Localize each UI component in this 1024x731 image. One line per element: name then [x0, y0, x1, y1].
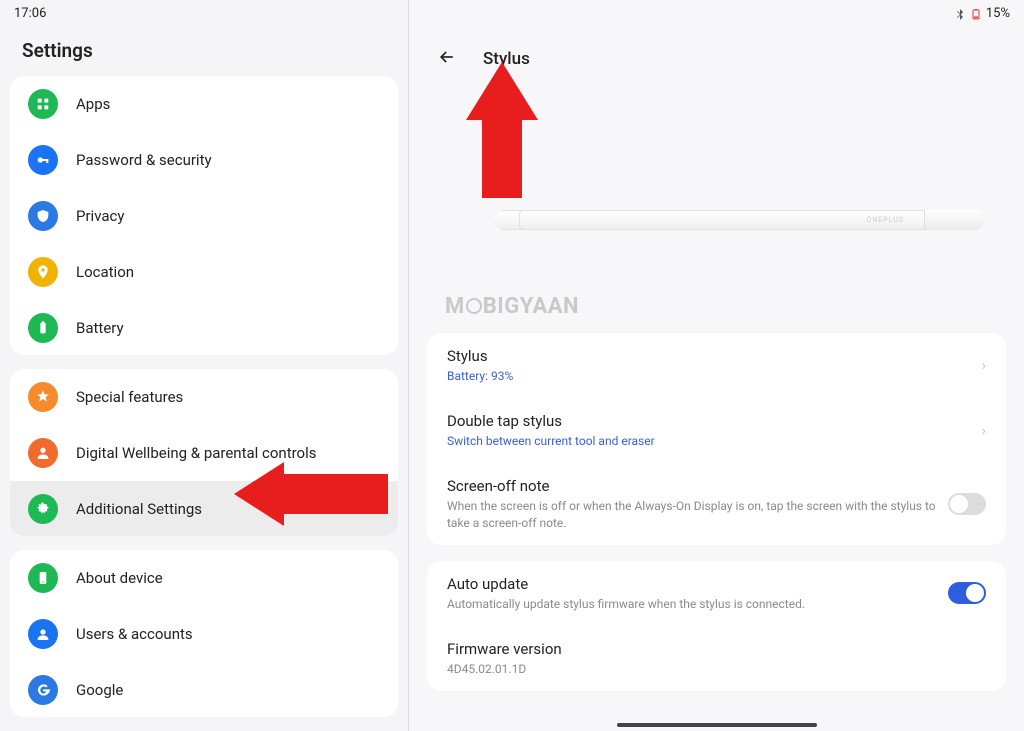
- sidebar-item-privacy[interactable]: Privacy: [10, 188, 398, 244]
- firmware-card: Auto update Automatically update stylus …: [427, 561, 1006, 691]
- privacy-icon: [28, 201, 58, 231]
- sidebar-item-label: About device: [76, 569, 163, 587]
- row-subtitle: Automatically update stylus firmware whe…: [447, 596, 936, 612]
- back-button[interactable]: [433, 43, 461, 74]
- toggle-screen-off-note[interactable]: [948, 493, 986, 515]
- navigation-bar-handle[interactable]: [617, 723, 817, 727]
- stylus-settings-card: Stylus Battery: 93% › Double tap stylus …: [427, 333, 1006, 545]
- row-auto-update[interactable]: Auto update Automatically update stylus …: [427, 561, 1006, 626]
- watermark-text: BIGYAAN: [483, 294, 579, 319]
- sidebar-item-password-security[interactable]: Password & security: [10, 132, 398, 188]
- sidebar-item-digital-wellbeing[interactable]: Digital Wellbeing & parental controls: [10, 425, 398, 481]
- chevron-right-icon: ›: [982, 358, 986, 374]
- row-stylus[interactable]: Stylus Battery: 93% ›: [427, 333, 1006, 398]
- settings-sidebar: 17:06 Settings Apps Password & security: [0, 0, 409, 731]
- google-icon: [28, 675, 58, 705]
- sidebar-item-label: Digital Wellbeing & parental controls: [76, 444, 317, 462]
- row-title: Double tap stylus: [447, 412, 970, 430]
- sidebar-item-label: Privacy: [76, 207, 124, 225]
- detail-pane: 15% Stylus ONEPLUS M BIGYAAN Stylus Ba: [409, 0, 1024, 731]
- toggle-auto-update[interactable]: [948, 582, 986, 604]
- settings-title: Settings: [0, 25, 408, 76]
- sidebar-item-about-device[interactable]: About device: [10, 550, 398, 606]
- device-icon: [28, 563, 58, 593]
- screen: 17:06 Settings Apps Password & security: [0, 0, 1024, 731]
- sidebar-item-label: Location: [76, 263, 134, 281]
- row-title: Screen-off note: [447, 477, 936, 495]
- sidebar-item-label: Battery: [76, 319, 124, 337]
- row-subtitle: Battery: 93%: [447, 368, 970, 384]
- detail-title: Stylus: [483, 49, 530, 69]
- row-title: Stylus: [447, 347, 970, 365]
- sidebar-item-additional-settings[interactable]: Additional Settings: [10, 481, 398, 536]
- sidebar-item-apps[interactable]: Apps: [10, 76, 398, 132]
- watermark: M BIGYAAN: [409, 268, 1024, 327]
- status-bar-left: 17:06: [0, 0, 408, 25]
- watermark-text: M: [445, 294, 465, 319]
- row-subtitle: Switch between current tool and eraser: [447, 433, 970, 449]
- apps-icon: [28, 89, 58, 119]
- watermark-o-icon: [466, 298, 482, 314]
- stylus-brand-label: ONEPLUS: [867, 216, 905, 224]
- sidebar-item-label: Special features: [76, 388, 183, 406]
- row-subtitle: 4D45.02.01.1D: [447, 661, 986, 677]
- row-firmware-version[interactable]: Firmware version 4D45.02.01.1D: [427, 626, 1006, 691]
- battery-percent: 15%: [986, 6, 1010, 21]
- row-double-tap[interactable]: Double tap stylus Switch between current…: [427, 398, 1006, 463]
- sidebar-item-label: Password & security: [76, 151, 212, 169]
- row-title: Firmware version: [447, 640, 986, 658]
- bluetooth-icon: [954, 8, 966, 20]
- battery-icon: [28, 313, 58, 343]
- sidebar-item-label: Additional Settings: [76, 500, 202, 518]
- sidebar-item-battery[interactable]: Battery: [10, 300, 398, 355]
- row-title: Auto update: [447, 575, 936, 593]
- gear-icon: [28, 494, 58, 524]
- sidebar-item-location[interactable]: Location: [10, 244, 398, 300]
- wellbeing-icon: [28, 438, 58, 468]
- sidebar-group-3: About device Users & accounts Google: [10, 550, 398, 717]
- row-subtitle: When the screen is off or when the Alway…: [447, 498, 936, 530]
- user-icon: [28, 619, 58, 649]
- row-screen-off-note[interactable]: Screen-off note When the screen is off o…: [427, 463, 1006, 544]
- sidebar-item-label: Apps: [76, 95, 110, 113]
- stylus-illustration: ONEPLUS: [489, 204, 984, 238]
- sidebar-item-users-accounts[interactable]: Users & accounts: [10, 606, 398, 662]
- battery-status-icon: [970, 8, 982, 20]
- arrow-left-icon: [437, 47, 457, 67]
- chevron-right-icon: ›: [982, 423, 986, 439]
- status-bar-right: 15%: [409, 0, 1024, 25]
- sidebar-group-2: Special features Digital Wellbeing & par…: [10, 369, 398, 536]
- location-icon: [28, 257, 58, 287]
- sidebar-item-special-features[interactable]: Special features: [10, 369, 398, 425]
- sidebar-item-google[interactable]: Google: [10, 662, 398, 717]
- sidebar-group-1: Apps Password & security Privacy Locatio…: [10, 76, 398, 355]
- star-icon: [28, 382, 58, 412]
- status-time: 17:06: [14, 6, 46, 21]
- key-icon: [28, 145, 58, 175]
- sidebar-item-label: Google: [76, 681, 123, 699]
- sidebar-item-label: Users & accounts: [76, 625, 193, 643]
- detail-header: Stylus: [409, 25, 1024, 84]
